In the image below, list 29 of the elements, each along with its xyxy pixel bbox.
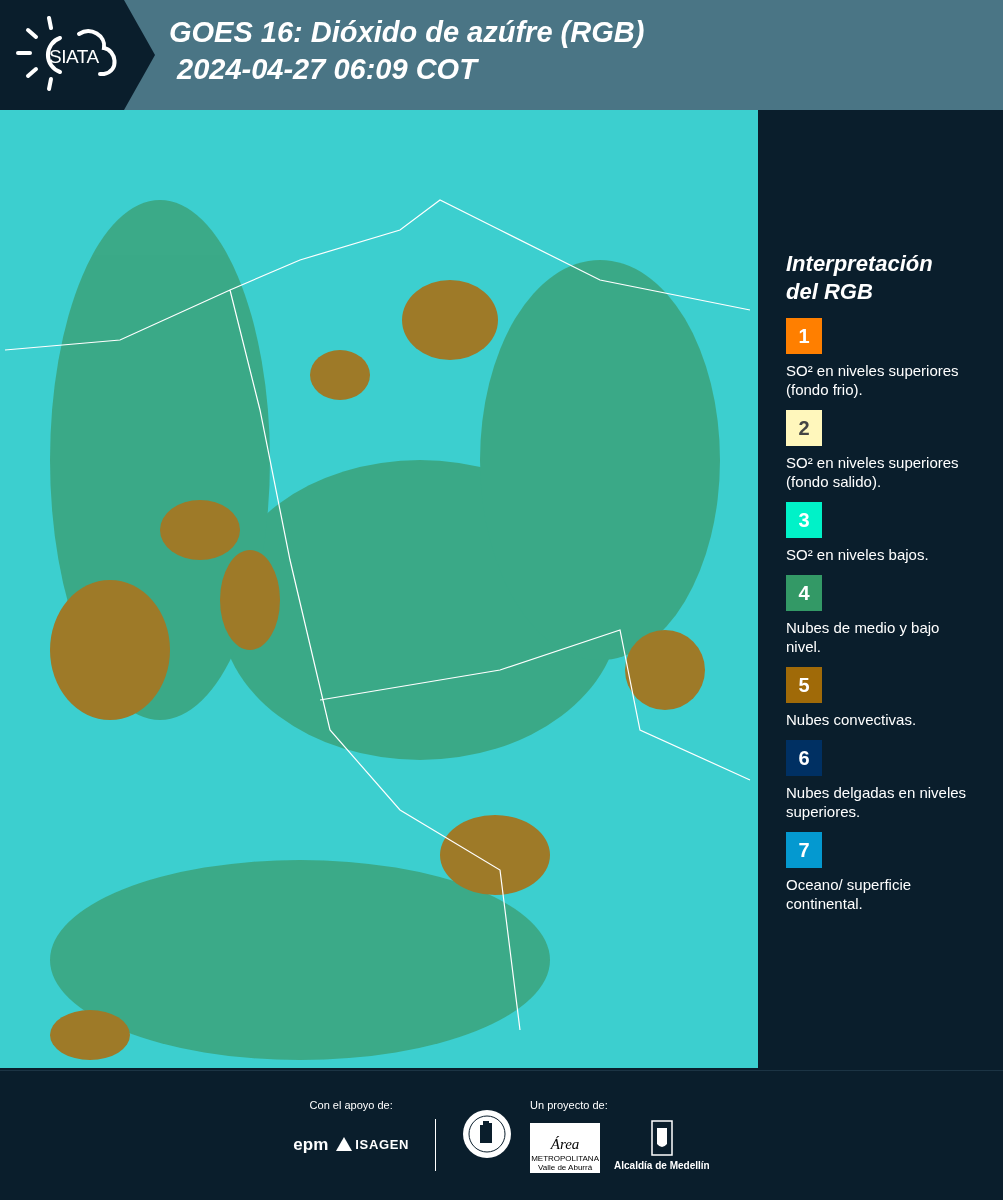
- legend-swatch: 3: [786, 502, 822, 538]
- legend-text: Nubes delgadas en niveles superiores.: [786, 783, 968, 821]
- legend-swatch: 4: [786, 575, 822, 611]
- triangle-logo-icon: [336, 1137, 353, 1152]
- legend-title: Interpretación del RGB: [786, 250, 934, 306]
- page-title: GOES 16: Dióxido de azúfre (RGB): [169, 15, 645, 50]
- legend-text: SO² en niveles bajos.: [786, 545, 930, 564]
- legend-text: SO² en niveles superiores (fondo salido).: [786, 453, 960, 491]
- legend-swatch: 2: [786, 410, 822, 446]
- legend-text: Oceano/ superficie continental.: [786, 875, 913, 913]
- legend-text: Nubes de medio y bajo nivel.: [786, 618, 941, 656]
- isagen-logo: ISAGEN: [355, 1135, 410, 1154]
- legend-swatch: 5: [786, 667, 822, 703]
- legend-swatch: 1: [786, 318, 822, 354]
- support-label: Con el apoyo de:: [309, 1098, 393, 1113]
- legend-text: SO² en niveles superiores (fondo frio).: [786, 361, 960, 399]
- coat-of-arms-icon: [650, 1119, 673, 1156]
- hand-seal-icon: [462, 1109, 513, 1159]
- legend-swatch: 7: [786, 832, 822, 868]
- area-logo-name: Área: [550, 1134, 580, 1154]
- logo-text: SIATA: [49, 45, 99, 69]
- legend-text: Nubes convectivas.: [786, 710, 918, 729]
- epm-logo: epm: [293, 1133, 329, 1156]
- alcaldia-label: Alcaldía de Medellín: [614, 1158, 710, 1173]
- legend-swatch: 6: [786, 740, 822, 776]
- timestamp: 2024-04-27 06:09 COT: [175, 52, 480, 87]
- project-label: Un proyecto de:: [530, 1098, 608, 1113]
- area-logo-line: Valle de Aburrá: [538, 1162, 593, 1172]
- area-logo-line: METROPOLITANA: [531, 1153, 599, 1163]
